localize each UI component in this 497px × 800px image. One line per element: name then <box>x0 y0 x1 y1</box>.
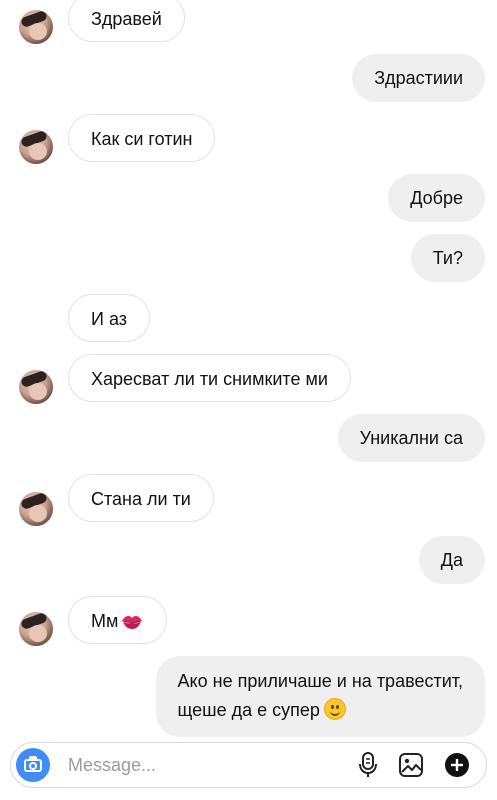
contact-avatar[interactable] <box>19 10 53 44</box>
contact-avatar[interactable] <box>19 370 53 404</box>
message-text: Ти? <box>432 248 463 268</box>
contact-avatar[interactable] <box>19 130 53 164</box>
message-thread[interactable]: Здравей Здрастиии Как си готин Добре Ти?… <box>0 0 497 740</box>
outgoing-message[interactable]: Ако не приличаше и на травестит, щеше да… <box>155 656 485 737</box>
camera-icon[interactable] <box>16 748 50 782</box>
outgoing-message[interactable]: Да <box>418 536 485 584</box>
microphone-icon[interactable] <box>354 751 382 779</box>
message-input[interactable]: Message... <box>68 743 156 787</box>
outgoing-message[interactable]: Добре <box>388 174 485 222</box>
gallery-icon[interactable] <box>397 751 425 779</box>
message-text: Здравей <box>91 9 162 29</box>
outgoing-message[interactable]: Ти? <box>410 234 485 282</box>
message-text-line: Ако не приличаше и на травестит, <box>177 671 463 691</box>
message-text: Харесват ли ти снимките ми <box>91 369 328 389</box>
message-text: Как си готин <box>91 129 193 149</box>
message-text: Добре <box>410 188 463 208</box>
contact-avatar[interactable] <box>19 612 53 646</box>
incoming-message[interactable]: Мм <box>68 596 168 644</box>
incoming-message[interactable]: Харесват ли ти снимките ми <box>68 354 351 402</box>
outgoing-message[interactable]: Здрастиии <box>352 54 485 102</box>
contact-avatar[interactable] <box>19 492 53 526</box>
incoming-message[interactable]: И аз <box>68 294 150 342</box>
message-text: Уникални са <box>359 428 463 448</box>
message-text: Здрастиии <box>374 68 463 88</box>
message-text: Да <box>440 550 463 570</box>
message-text: И аз <box>91 309 127 329</box>
incoming-message[interactable]: Стана ли ти <box>68 474 214 522</box>
incoming-message[interactable]: Как си готин <box>68 114 216 162</box>
message-text: Стана ли ти <box>91 489 191 509</box>
incoming-message[interactable]: Здравей <box>68 0 185 42</box>
message-text-line: щеше да е супер <box>177 700 320 720</box>
plus-icon[interactable] <box>443 751 471 779</box>
message-text: Мм <box>91 611 119 631</box>
message-composer[interactable]: Message... <box>10 742 487 788</box>
smiling-face-emoji-icon <box>323 698 346 720</box>
kiss-mark-emoji-icon <box>122 616 143 629</box>
outgoing-message[interactable]: Уникални са <box>337 414 485 462</box>
